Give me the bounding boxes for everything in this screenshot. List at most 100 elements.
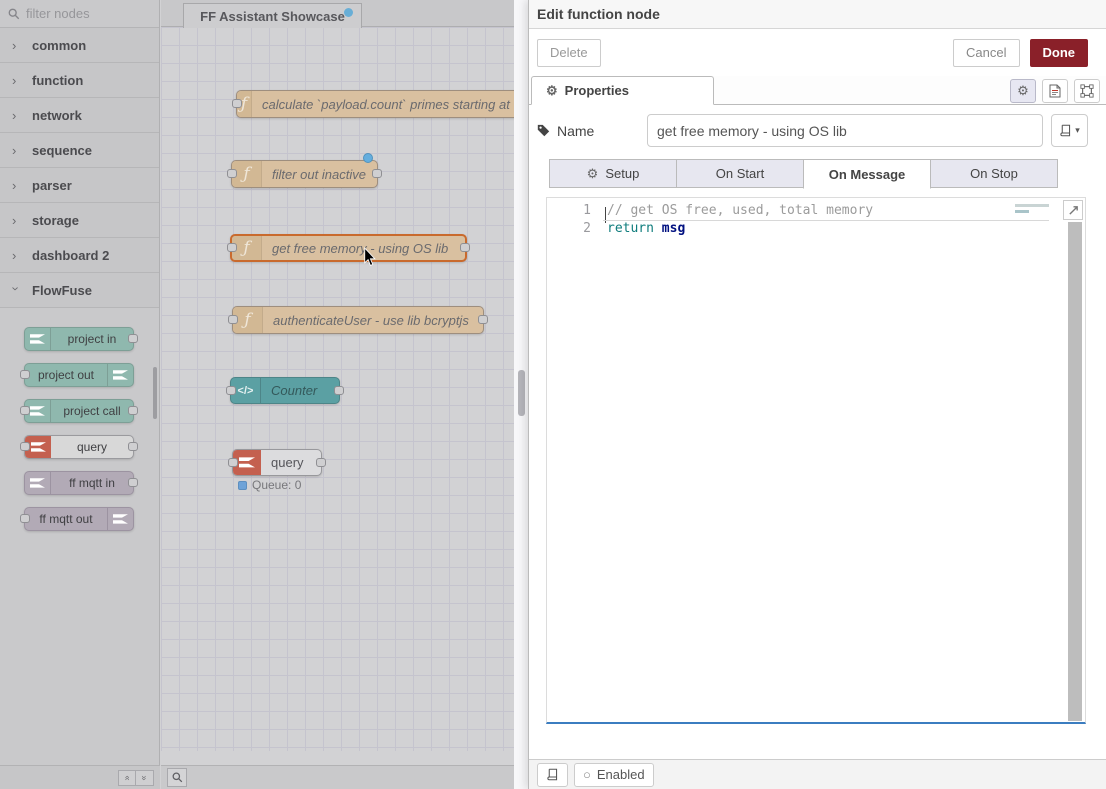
output-port xyxy=(334,386,344,395)
tab-on-message[interactable]: On Message xyxy=(803,159,931,189)
search-icon xyxy=(8,8,20,20)
category-label: sequence xyxy=(32,143,92,158)
enabled-toggle-button[interactable]: ○ Enabled xyxy=(574,763,654,787)
appearance-icon-button[interactable] xyxy=(1074,79,1100,103)
flow-node-authenticate-user[interactable]: ƒ authenticateUser - use lib bcryptjs xyxy=(232,306,484,334)
chevron-down-icon: » xyxy=(139,775,149,780)
tray-tabbar: ⚙ Properties ⚙ xyxy=(529,76,1106,105)
canvas-vscroll-gutter xyxy=(514,0,528,789)
search-flows-button[interactable] xyxy=(167,768,187,787)
palette-category-common[interactable]: › common xyxy=(0,28,159,63)
tab-on-stop[interactable]: On Stop xyxy=(930,159,1058,188)
palette-node-project-call[interactable]: project call xyxy=(24,399,134,423)
category-label: dashboard 2 xyxy=(32,248,109,263)
expand-editor-button[interactable] xyxy=(1063,200,1083,220)
palette-category-parser[interactable]: › parser xyxy=(0,168,159,203)
category-label: storage xyxy=(32,213,79,228)
category-label: function xyxy=(32,73,83,88)
palette-node-label: project call xyxy=(51,404,133,418)
input-port xyxy=(20,370,30,379)
palette-search[interactable] xyxy=(0,0,159,28)
library-dropdown-button[interactable]: ▾ xyxy=(1051,114,1088,147)
tray-header: Edit function node xyxy=(529,0,1106,29)
circle-icon: ○ xyxy=(583,767,591,782)
description-icon-button[interactable] xyxy=(1042,79,1068,103)
expand-all-button[interactable]: » xyxy=(136,770,154,786)
palette-node-label: query xyxy=(51,440,133,454)
gear-icon: ⚙ xyxy=(587,166,599,182)
tray-footer: ○ Enabled xyxy=(529,759,1106,789)
hscroll-left-arrow[interactable]: ◂ xyxy=(164,750,170,751)
collapse-all-button[interactable]: » xyxy=(118,770,136,786)
node-label: calculate `payload.count` primes startin… xyxy=(252,97,514,112)
palette-node-project-in[interactable]: project in xyxy=(24,327,134,351)
palette-node-project-out[interactable]: project out xyxy=(24,363,134,387)
node-label: query xyxy=(261,455,314,470)
flow-node-filter-out-inactive[interactable]: ƒ filter out inactive xyxy=(231,160,378,188)
node-label: Counter xyxy=(261,383,327,398)
canvas-footer xyxy=(161,765,514,789)
category-label: FlowFuse xyxy=(32,283,92,298)
input-port xyxy=(228,458,238,467)
palette-node-label: ff mqtt out xyxy=(25,512,107,526)
palette-category-network[interactable]: › network xyxy=(0,98,159,133)
editor-scrollbar[interactable] xyxy=(1068,222,1082,721)
palette-scrollbar[interactable] xyxy=(153,367,157,419)
output-port xyxy=(128,406,138,415)
editor-minimap xyxy=(1015,204,1051,216)
category-label: parser xyxy=(32,178,72,193)
output-port xyxy=(372,169,382,178)
flow-node-counter[interactable]: </> Counter xyxy=(230,377,340,404)
palette-category-sequence[interactable]: › sequence xyxy=(0,133,159,168)
code-editor[interactable]: 1 // get OS free, used, total memory 2 r… xyxy=(546,197,1086,724)
gear-icon: ⚙ xyxy=(1017,83,1029,99)
tab-properties[interactable]: ⚙ Properties xyxy=(531,76,714,105)
tab-label: Properties xyxy=(565,83,629,98)
workspace-tab[interactable]: FF Assistant Showcase xyxy=(183,3,362,28)
tab-label: Setup xyxy=(605,166,639,181)
node-status: Queue: 0 xyxy=(238,478,301,492)
properties-icon-button[interactable]: ⚙ xyxy=(1010,79,1036,103)
tray-tab-icons: ⚙ xyxy=(1010,79,1100,103)
tab-setup[interactable]: ⚙ Setup xyxy=(549,159,677,188)
vertical-scrollbar[interactable] xyxy=(518,370,525,416)
palette-node-ff-mqtt-in[interactable]: ff mqtt in xyxy=(24,471,134,495)
line-number: 2 xyxy=(547,220,591,238)
flow-node-query[interactable]: query xyxy=(232,449,322,476)
code-variable: msg xyxy=(654,221,685,236)
palette-category-dashboard2[interactable]: › dashboard 2 xyxy=(0,238,159,273)
code-comment: // get OS free, used, total memory xyxy=(607,202,873,220)
palette-category-flowfuse[interactable]: › FlowFuse xyxy=(0,273,159,308)
library-button[interactable] xyxy=(537,763,568,787)
editor-line-1: 1 // get OS free, used, total memory xyxy=(547,202,1085,220)
caret-down-icon: ▾ xyxy=(1075,125,1080,136)
palette-node-label: project in xyxy=(51,332,133,346)
palette-filter-input[interactable] xyxy=(26,6,202,21)
done-button[interactable]: Done xyxy=(1030,39,1089,67)
input-port xyxy=(227,169,237,178)
cancel-button[interactable]: Cancel xyxy=(953,39,1019,67)
node-label: get free memory - using OS lib xyxy=(262,241,458,256)
tab-on-start[interactable]: On Start xyxy=(676,159,804,188)
canvas-grid[interactable]: ƒ calculate `payload.count` primes start… xyxy=(161,27,514,751)
editor-line-2: 2 return msg xyxy=(547,220,1085,238)
palette-node-label: project out xyxy=(25,368,107,382)
node-label: authenticateUser - use lib bcryptjs xyxy=(263,313,479,328)
edit-tray: Edit function node Delete Cancel Done ⚙ … xyxy=(528,0,1106,789)
tab-label: On Message xyxy=(829,167,906,182)
delete-button[interactable]: Delete xyxy=(537,39,601,67)
output-port xyxy=(128,478,138,487)
output-port xyxy=(316,458,326,467)
flow-node-get-free-memory[interactable]: ƒ get free memory - using OS lib xyxy=(230,234,467,262)
palette-node-query[interactable]: query xyxy=(24,435,134,459)
node-changed-dot xyxy=(363,153,373,163)
name-label-text: Name xyxy=(557,123,594,139)
name-input[interactable] xyxy=(647,114,1043,147)
palette-category-storage[interactable]: › storage xyxy=(0,203,159,238)
palette-node-ff-mqtt-out[interactable]: ff mqtt out xyxy=(24,507,134,531)
flow-node-calculate-primes[interactable]: ƒ calculate `payload.count` primes start… xyxy=(236,90,514,118)
input-port xyxy=(20,442,30,451)
document-icon xyxy=(1049,84,1061,98)
input-port xyxy=(227,243,237,252)
palette-category-function[interactable]: › function xyxy=(0,63,159,98)
